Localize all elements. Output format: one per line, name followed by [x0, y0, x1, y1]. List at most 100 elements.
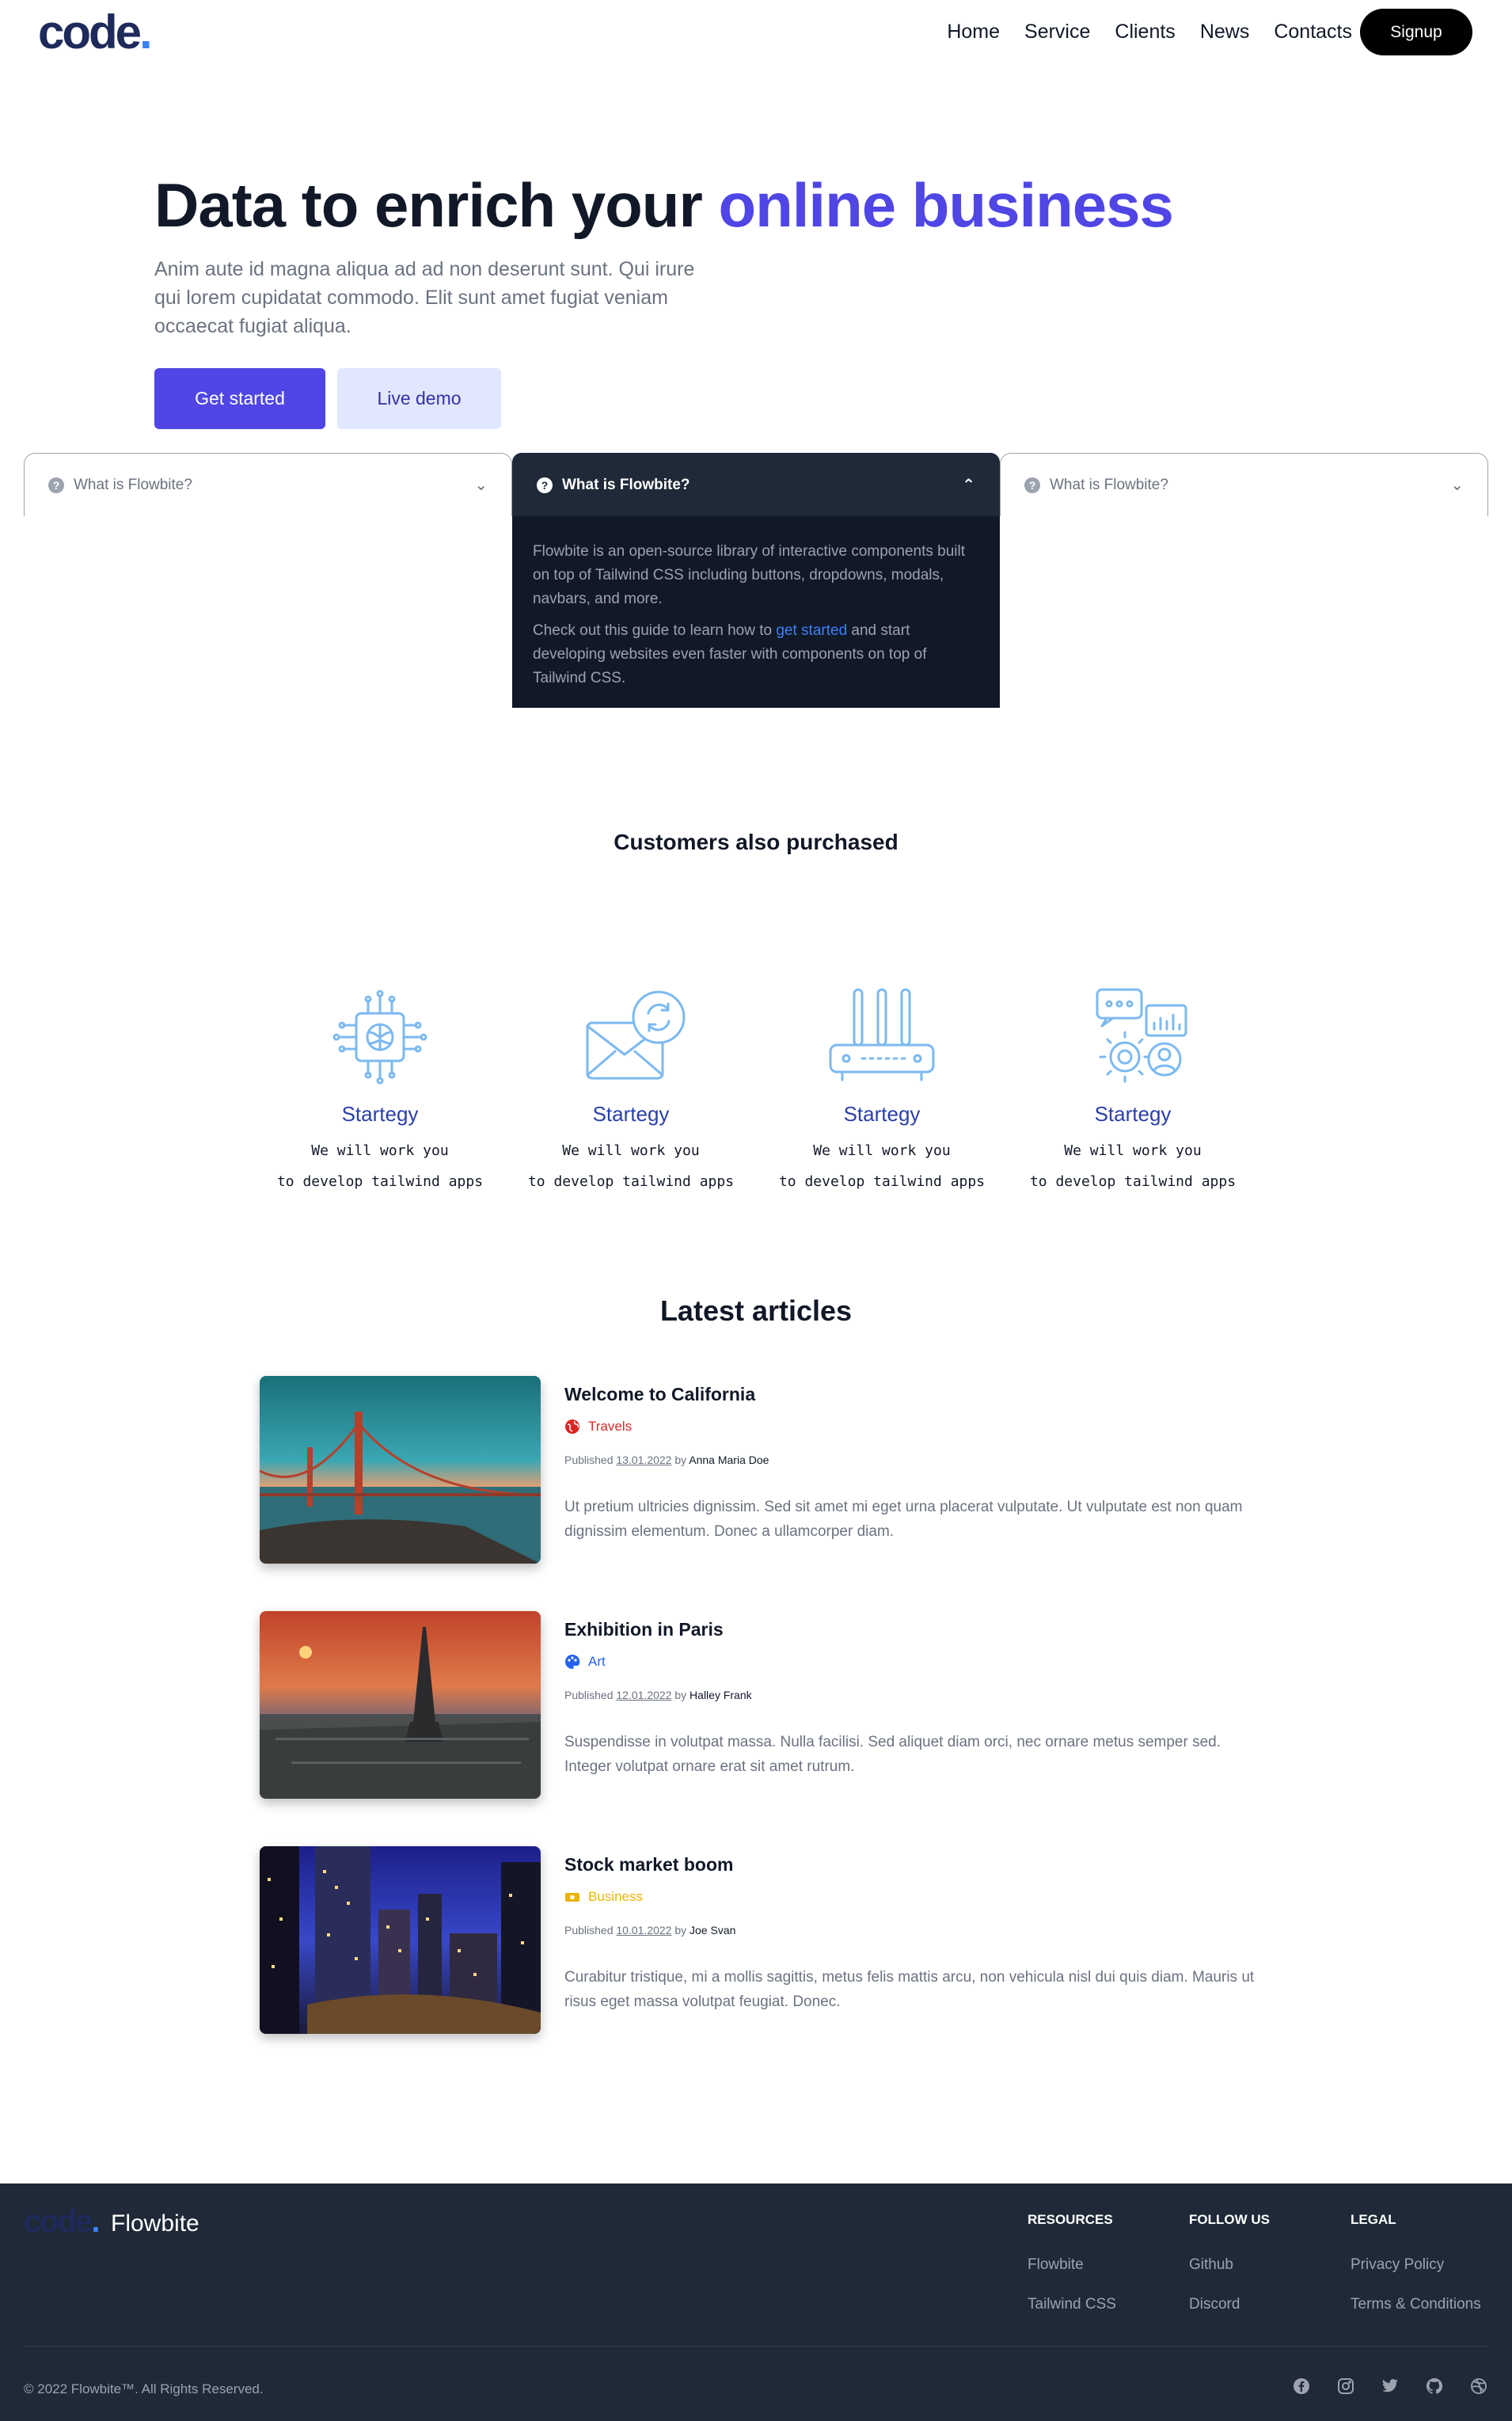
nav-link-service[interactable]: Service [1024, 21, 1090, 44]
accordion-header-2[interactable]: ? What is Flowbite? ⌃ [512, 453, 1000, 516]
service-description: We will work you [311, 1142, 449, 1159]
service-card: Startegy We will work you to develop tai… [763, 982, 1001, 1190]
article-category[interactable]: Business [564, 1889, 643, 1905]
dribbble-icon[interactable] [1469, 2377, 1488, 2396]
question-icon: ? [537, 477, 553, 493]
palette-icon [565, 1654, 580, 1669]
accordion-header-1[interactable]: ? What is Flowbite? ⌄ [24, 453, 512, 516]
nav-link-news[interactable]: News [1200, 21, 1250, 44]
signup-button[interactable]: Signup [1360, 9, 1472, 55]
hero-title-main: Data to enrich your [154, 170, 719, 240]
chip-brain-icon [332, 990, 427, 1085]
article-excerpt: Curabitur tristique, mi a mollis sagitti… [564, 1969, 1255, 2010]
footer-link-discord[interactable]: Discord [1189, 2296, 1240, 2313]
accordion-header-3[interactable]: ? What is Flowbite? ⌄ [1000, 453, 1488, 516]
footer-column-heading: RESOURCES [1028, 2212, 1113, 2227]
nav-link-contacts[interactable]: Contacts [1274, 21, 1352, 44]
service-description: We will work you [813, 1142, 951, 1159]
chevron-down-icon: ⌄ [474, 477, 488, 494]
footer-brand-name: Flowbite [111, 2210, 199, 2237]
logo-text: code [38, 6, 142, 59]
chevron-up-icon: ⌃ [962, 477, 975, 494]
footer-divider [24, 2346, 1488, 2347]
service-card: Startegy We will work you to develop tai… [261, 982, 499, 1190]
footer-logo[interactable]: code. [24, 2204, 101, 2240]
footer-logo-text: code [24, 2204, 93, 2239]
service-card: Startegy We will work you to develop tai… [512, 982, 750, 1190]
service-description: We will work you [562, 1142, 700, 1159]
article-category[interactable]: Travels [564, 1419, 632, 1435]
footer-link-privacy-policy[interactable]: Privacy Policy [1351, 2256, 1444, 2274]
service-description: to develop tailwind apps [1029, 1173, 1237, 1190]
service-description: to develop tailwind apps [527, 1173, 735, 1190]
article-author[interactable]: Anna Maria Doe [689, 1454, 769, 1466]
article-meta: Published 13.01.2022 by Anna Maria Doe [564, 1454, 769, 1466]
accordion-question: What is Flowbite? [74, 476, 192, 493]
service-name: Startegy [341, 1102, 419, 1126]
service-name: Startegy [843, 1102, 921, 1126]
service-card: Startegy We will work you to develop tai… [1014, 982, 1252, 1190]
nav-link-clients[interactable]: Clients [1115, 21, 1175, 44]
accordion-body-text: Check out this guide to learn how to [533, 622, 777, 639]
service-description: to develop tailwind apps [778, 1173, 986, 1190]
article-item: Stock market boom Business Published 10.… [260, 1846, 1257, 2036]
footer-link-terms-conditions[interactable]: Terms & Conditions [1351, 2296, 1481, 2313]
article-item: Welcome to California Travels Published … [260, 1376, 1257, 1566]
articles-section-title: Latest articles [659, 1294, 853, 1327]
service-name: Startegy [592, 1102, 670, 1126]
footer-logo-dot: . [91, 2204, 100, 2239]
article-image-city-night[interactable] [260, 1846, 541, 2034]
facebook-icon[interactable] [1292, 2377, 1311, 2396]
money-icon [565, 1893, 579, 1902]
service-description: We will work you [1064, 1142, 1202, 1159]
article-category-label: Business [588, 1889, 643, 1904]
get-started-button[interactable]: Get started [154, 368, 325, 429]
question-icon: ? [48, 477, 64, 493]
copyright-text: © 2022 Flowbite™. All Rights Reserved. [24, 2381, 264, 2396]
accordion-question: What is Flowbite? [562, 476, 690, 493]
article-category[interactable]: Art [564, 1654, 606, 1670]
top-navbar: code. Home Service Clients News Contacts… [0, 0, 1512, 65]
article-meta: Published 10.01.2022 by Joe Svan [564, 1924, 735, 1936]
article-date: 13.01.2022 [616, 1454, 672, 1466]
article-author[interactable]: Joe Svan [690, 1924, 735, 1936]
footer: code. Flowbite RESOURCES Flowbite Tailwi… [0, 2183, 1512, 2421]
article-category-label: Travels [588, 1419, 633, 1434]
logo-dot: . [139, 6, 153, 59]
footer-column-heading: LEGAL [1351, 2212, 1396, 2227]
mail-sync-icon [586, 990, 686, 1080]
footer-link-github[interactable]: Github [1189, 2256, 1233, 2274]
article-excerpt: Ut pretium ultricies dignissim. Sed sit … [564, 1499, 1243, 1540]
question-icon: ? [1024, 477, 1040, 493]
footer-column-follow-us: FOLLOW US Github Discord [1189, 2212, 1270, 2313]
article-meta: Published 12.01.2022 by Halley Frank [564, 1689, 752, 1701]
service-name: Startegy [1094, 1102, 1172, 1126]
get-started-link[interactable]: get started [776, 622, 847, 639]
footer-link-flowbite[interactable]: Flowbite [1028, 2256, 1084, 2274]
article-date: 10.01.2022 [616, 1924, 672, 1936]
article-item: Exhibition in Paris Art Published 12.01.… [260, 1611, 1257, 1801]
article-image-paris[interactable] [260, 1611, 541, 1799]
github-icon[interactable] [1425, 2377, 1444, 2396]
live-demo-button[interactable]: Live demo [337, 368, 501, 429]
article-author[interactable]: Halley Frank [690, 1689, 752, 1701]
article-category-label: Art [588, 1654, 606, 1669]
meta-by: by [671, 1689, 690, 1701]
router-icon [829, 988, 935, 1081]
site-logo[interactable]: code. [38, 5, 153, 59]
footer-link-tailwind-css[interactable]: Tailwind CSS [1028, 2296, 1116, 2313]
chevron-down-icon: ⌄ [1450, 477, 1464, 494]
accordion-body-paragraph: Flowbite is an open-source library of in… [533, 543, 965, 607]
nav-links: Home Service Clients News Contacts [947, 21, 1352, 44]
footer-column-resources: RESOURCES Flowbite Tailwind CSS [1028, 2212, 1116, 2313]
instagram-icon[interactable] [1336, 2377, 1355, 2396]
nav-link-home[interactable]: Home [947, 21, 1000, 44]
gear-support-icon [1096, 988, 1187, 1083]
article-title[interactable]: Stock market boom [564, 1854, 733, 1876]
article-title[interactable]: Exhibition in Paris [564, 1619, 724, 1640]
service-description: to develop tailwind apps [276, 1173, 484, 1190]
article-title[interactable]: Welcome to California [564, 1384, 755, 1405]
twitter-icon[interactable] [1381, 2377, 1400, 2396]
article-image-golden-gate[interactable] [260, 1376, 541, 1564]
meta-by: by [671, 1924, 690, 1936]
